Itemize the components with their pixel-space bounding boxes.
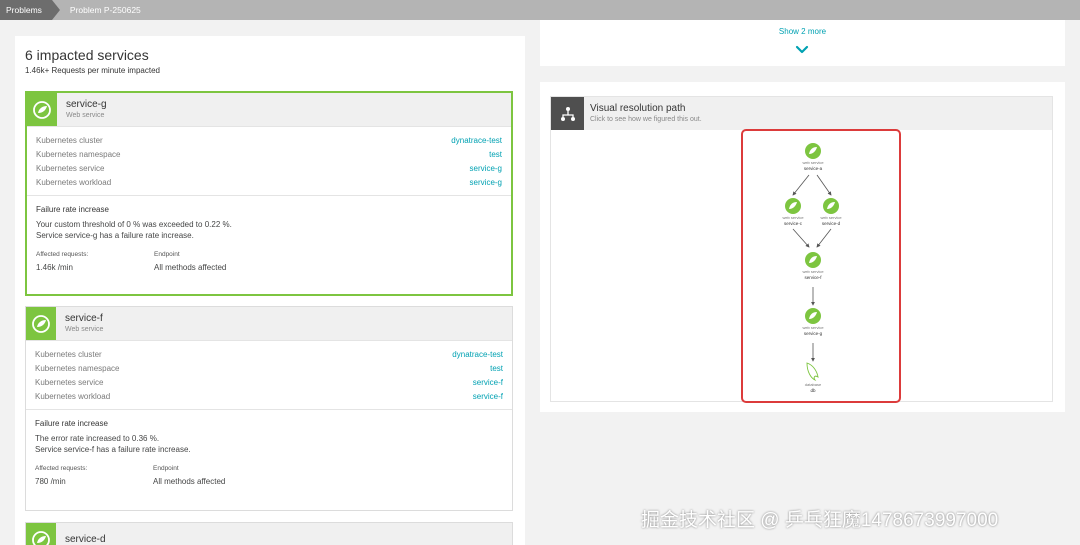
event-title: Failure rate increase: [35, 419, 108, 428]
graph-node-service-a[interactable]: web service service-a: [802, 143, 824, 171]
affected-requests-label: Affected requests:: [35, 465, 88, 472]
property-key: Kubernetes cluster: [36, 135, 103, 145]
property-key: Kubernetes service: [36, 163, 105, 173]
node-name: service-d: [822, 221, 841, 226]
property-link[interactable]: service-f: [473, 378, 503, 387]
visual-resolution-subtitle: Click to see how we figured this out.: [590, 115, 702, 123]
show-more-card: Show 2 more: [540, 20, 1065, 66]
property-link[interactable]: dynatrace-test: [452, 350, 503, 359]
event-description: Service service-g has a failure rate inc…: [36, 231, 194, 240]
property-row: Kubernetes cluster dynatrace-test: [35, 347, 503, 361]
property-row: Kubernetes cluster dynatrace-test: [36, 133, 502, 147]
node-type: database: [805, 382, 822, 387]
affected-requests-label: Affected requests:: [36, 251, 89, 258]
service-card-g[interactable]: service-g Web service Kubernetes cluster…: [25, 91, 513, 296]
property-link[interactable]: test: [489, 150, 502, 159]
graph-node-service-c[interactable]: web service service-c: [782, 198, 804, 226]
mysql-dolphin-icon: [806, 362, 819, 382]
affected-requests-value: 1.46k /min: [36, 263, 73, 272]
node-type: web service: [802, 325, 824, 330]
show-more-link[interactable]: Show 2 more: [540, 27, 1065, 36]
service-card-header[interactable]: service-f Web service: [26, 307, 512, 341]
property-row: Kubernetes service service-f: [35, 375, 503, 389]
spring-service-icon: [26, 523, 56, 545]
breadcrumb-problems[interactable]: Problems: [0, 0, 60, 20]
property-link[interactable]: service-f: [473, 392, 503, 401]
property-link[interactable]: service-g: [470, 164, 502, 173]
property-link[interactable]: service-g: [470, 178, 502, 187]
graph-node-db[interactable]: database db: [805, 362, 822, 393]
property-row: Kubernetes namespace test: [35, 361, 503, 375]
node-type: web service: [802, 269, 824, 274]
visual-resolution-header[interactable]: Visual resolution path Click to see how …: [551, 97, 1052, 130]
node-type: web service: [820, 215, 842, 220]
event-description: Service service-f has a failure rate inc…: [35, 445, 191, 454]
node-name: service-f: [804, 275, 822, 280]
graph-node-service-f[interactable]: web service service-f: [802, 252, 824, 280]
graph-edge: [816, 228, 832, 248]
property-row: Kubernetes service service-g: [36, 161, 502, 175]
service-type: Web service: [66, 111, 105, 119]
node-type: web service: [802, 160, 824, 165]
service-type: Web service: [65, 325, 104, 333]
property-row: Kubernetes workload service-f: [35, 389, 503, 403]
visual-resolution-title: Visual resolution path: [590, 102, 686, 114]
node-name: service-a: [804, 166, 823, 171]
node-name: service-g: [804, 331, 823, 336]
breadcrumb: Problems Problem P-250625: [0, 0, 1080, 20]
affected-requests-value: 780 /min: [35, 477, 66, 486]
property-key: Kubernetes namespace: [36, 149, 121, 159]
property-key: Kubernetes workload: [35, 391, 111, 401]
graph-edge: [816, 174, 832, 196]
event-description: The error rate increased to 0.36 %.: [35, 434, 160, 443]
graph-edge: [792, 228, 810, 248]
property-row: Kubernetes namespace test: [36, 147, 502, 161]
endpoint-label: Endpoint: [153, 465, 179, 472]
property-key: Kubernetes workload: [36, 177, 112, 187]
breadcrumb-current: Problem P-250625: [52, 0, 149, 20]
event-section: Failure rate increase Your custom thresh…: [27, 196, 511, 272]
resolution-graph: web service service-a web service servic…: [782, 143, 842, 393]
service-card-header[interactable]: service-g Web service: [27, 93, 511, 127]
service-name[interactable]: service-g: [66, 99, 107, 111]
endpoint-value: All methods affected: [153, 477, 226, 486]
service-name[interactable]: service-f: [65, 313, 103, 325]
service-card-f[interactable]: service-f Web service Kubernetes cluster…: [25, 306, 513, 511]
event-section: Failure rate increase The error rate inc…: [26, 410, 512, 486]
property-link[interactable]: test: [490, 364, 503, 373]
impacted-services-title: 6 impacted services: [25, 47, 149, 63]
event-description: Your custom threshold of 0 % was exceede…: [36, 220, 232, 229]
watermark: 掘金技术社区 @ 乒乓狂魔1478673997000: [641, 510, 999, 531]
service-card-header[interactable]: service-d: [26, 523, 512, 545]
breadcrumb-problems-label: Problems: [6, 5, 42, 15]
service-properties: Kubernetes cluster dynatrace-test Kuberne…: [27, 127, 511, 196]
spring-service-icon: [26, 307, 56, 340]
impacted-services-subtitle: 1.46k+ Requests per minute impacted: [25, 66, 160, 75]
graph-edge: [792, 174, 810, 196]
property-link[interactable]: dynatrace-test: [451, 136, 502, 145]
service-name[interactable]: service-d: [65, 534, 106, 545]
property-key: Kubernetes service: [35, 377, 104, 387]
hierarchy-icon: [551, 97, 584, 130]
node-name: db: [810, 388, 816, 393]
property-key: Kubernetes cluster: [35, 349, 102, 359]
endpoint-value: All methods affected: [154, 263, 227, 272]
service-card-d[interactable]: service-d: [25, 522, 513, 545]
impacted-services-panel: 6 impacted services 1.46k+ Requests per …: [15, 36, 525, 545]
service-properties: Kubernetes cluster dynatrace-test Kuberne…: [26, 341, 512, 410]
event-title: Failure rate increase: [36, 205, 109, 214]
chevron-down-icon[interactable]: [795, 45, 809, 55]
breadcrumb-current-label: Problem P-250625: [69, 5, 141, 15]
endpoint-label: Endpoint: [154, 251, 180, 258]
node-type: web service: [782, 215, 804, 220]
graph-node-service-d[interactable]: web service service-d: [820, 198, 842, 226]
property-key: Kubernetes namespace: [35, 363, 120, 373]
spring-service-icon: [27, 93, 57, 126]
node-name: service-c: [784, 221, 803, 226]
property-row: Kubernetes workload service-g: [36, 175, 502, 189]
graph-node-service-g[interactable]: web service service-g: [802, 308, 824, 336]
resolution-graph-highlight[interactable]: web service service-a web service servic…: [741, 129, 901, 403]
